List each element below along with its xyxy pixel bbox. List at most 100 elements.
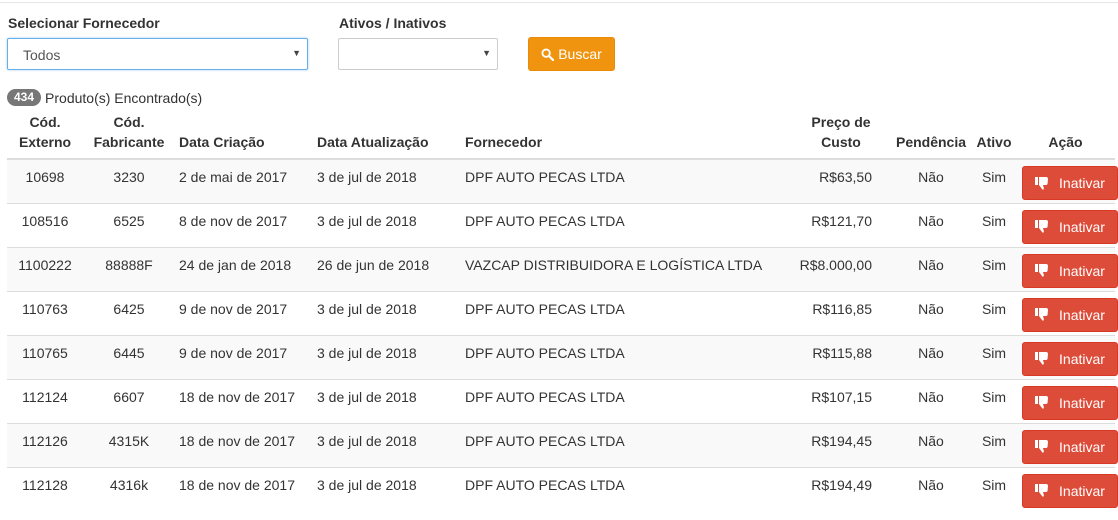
header-preco-custo[interactable]: Preço de Custo xyxy=(792,110,890,160)
cell-data-criacao: 18 de nov de 2017 xyxy=(175,378,313,423)
cell-fornecedor: DPF AUTO PECAS LTDA xyxy=(461,202,792,247)
header-pendencia[interactable]: Pendência xyxy=(890,110,972,160)
inactivate-button[interactable]: Inativar xyxy=(1022,166,1118,200)
cell-cod-externo: 1100222 xyxy=(7,246,83,291)
cell-data-criacao: 9 de nov de 2017 xyxy=(175,290,313,335)
cell-cod-externo: 112124 xyxy=(7,378,83,423)
search-icon xyxy=(541,47,555,61)
cell-fornecedor: DPF AUTO PECAS LTDA xyxy=(461,334,792,379)
thumbs-down-icon xyxy=(1035,484,1049,497)
table-row: 110765 6445 9 de nov de 2017 3 de jul de 20… xyxy=(7,334,1118,379)
search-button-label: Buscar xyxy=(558,46,602,62)
table-row: 110763 6425 9 de nov de 2017 3 de jul de 20… xyxy=(7,290,1118,335)
cell-fornecedor: DPF AUTO PECAS LTDA xyxy=(461,158,792,203)
count-badge: 434 xyxy=(7,89,42,106)
table-header-row: Cód. Externo Cód. Fabricante Data Criação … xyxy=(7,110,1115,160)
cell-fornecedor: DPF AUTO PECAS LTDA xyxy=(461,290,792,335)
cell-acao: Inativar xyxy=(1016,466,1118,511)
cell-preco-custo: R$116,85 xyxy=(792,290,890,335)
table-row: 112128 4316k 18 de nov de 2017 3 de jul de … xyxy=(7,466,1118,511)
cell-fornecedor: DPF AUTO PECAS LTDA xyxy=(461,422,792,467)
cell-cod-fabricante: 6607 xyxy=(83,378,175,423)
cell-pendencia: Não xyxy=(890,202,972,247)
cell-data-atualizacao: 26 de jun de 2018 xyxy=(313,246,461,291)
inactivate-button-label: Inativar xyxy=(1059,350,1105,367)
cell-pendencia: Não xyxy=(890,158,972,203)
header-fornecedor[interactable]: Fornecedor xyxy=(461,110,792,160)
cell-ativo: Sim xyxy=(972,378,1016,423)
cell-data-criacao: 24 de jan de 2018 xyxy=(175,246,313,291)
cell-data-criacao: 9 de nov de 2017 xyxy=(175,334,313,379)
cell-cod-externo: 110763 xyxy=(7,290,83,335)
cell-pendencia: Não xyxy=(890,334,972,379)
inactivate-button[interactable]: Inativar xyxy=(1022,429,1118,464)
cell-cod-fabricante: 4315K xyxy=(83,422,175,467)
cell-pendencia: Não xyxy=(890,422,972,467)
header-acao: Ação xyxy=(1016,110,1115,160)
cell-cod-fabricante: 3230 xyxy=(83,158,175,203)
cell-ativo: Sim xyxy=(972,422,1016,467)
inactivate-button[interactable]: Inativar xyxy=(1022,473,1118,508)
cell-preco-custo: R$107,15 xyxy=(792,378,890,423)
status-filter-label: Ativos / Inativos xyxy=(339,15,447,31)
inactivate-button[interactable]: Inativar xyxy=(1022,297,1118,332)
products-table: Cód. Externo Cód. Fabricante Data Criação … xyxy=(7,110,1118,511)
cell-ativo: Sim xyxy=(972,246,1016,291)
cell-data-atualizacao: 3 de jul de 2018 xyxy=(313,290,461,335)
inactivate-button-label: Inativar xyxy=(1059,306,1105,323)
cell-acao: Inativar xyxy=(1016,246,1118,291)
cell-preco-custo: R$8.000,00 xyxy=(792,246,890,291)
cell-cod-fabricante: 4316k xyxy=(83,466,175,511)
thumbs-down-icon xyxy=(1035,396,1049,409)
cell-cod-fabricante: 6445 xyxy=(83,334,175,379)
cell-cod-externo: 10698 xyxy=(7,158,83,203)
table-row: 108516 6525 8 de nov de 2017 3 de jul de 20… xyxy=(7,202,1118,247)
cell-cod-fabricante: 6525 xyxy=(83,202,175,247)
cell-preco-custo: R$63,50 xyxy=(792,158,890,203)
cell-data-criacao: 18 de nov de 2017 xyxy=(175,422,313,467)
inactivate-button[interactable]: Inativar xyxy=(1022,209,1118,244)
supplier-select[interactable]: Todos ▼ xyxy=(7,38,308,70)
cell-ativo: Sim xyxy=(972,158,1016,203)
inactivate-button-label: Inativar xyxy=(1059,394,1105,411)
cell-data-atualizacao: 3 de jul de 2018 xyxy=(313,378,461,423)
cell-acao: Inativar xyxy=(1016,202,1118,247)
header-cod-externo[interactable]: Cód. Externo xyxy=(7,110,83,160)
cell-data-criacao: 18 de nov de 2017 xyxy=(175,466,313,511)
cell-fornecedor: VAZCAP DISTRIBUIDORA E LOGÍSTICA LTDA xyxy=(461,246,792,291)
inactivate-button-label: Inativar xyxy=(1059,482,1105,499)
cell-pendencia: Não xyxy=(890,246,972,291)
cell-pendencia: Não xyxy=(890,466,972,511)
inactivate-button-label: Inativar xyxy=(1059,438,1105,455)
header-data-criacao[interactable]: Data Criação xyxy=(175,110,313,160)
cell-acao: Inativar xyxy=(1016,378,1118,423)
header-ativo[interactable]: Ativo xyxy=(972,110,1016,160)
cell-data-atualizacao: 3 de jul de 2018 xyxy=(313,158,461,203)
results-count: 434 Produto(s) Encontrado(s) xyxy=(7,89,202,106)
cell-ativo: Sim xyxy=(972,466,1016,511)
search-button[interactable]: Buscar xyxy=(528,37,615,71)
inactivate-button-label: Inativar xyxy=(1059,262,1105,279)
inactivate-button[interactable]: Inativar xyxy=(1022,253,1118,288)
header-cod-fabricante[interactable]: Cód. Fabricante xyxy=(83,110,175,160)
header-data-atualizacao[interactable]: Data Atualização xyxy=(313,110,461,160)
supplier-filter-label: Selecionar Fornecedor xyxy=(8,15,160,31)
table-row: 10698 3230 2 de mai de 2017 3 de jul de 201… xyxy=(7,158,1118,203)
cell-ativo: Sim xyxy=(972,334,1016,379)
cell-preco-custo: R$121,70 xyxy=(792,202,890,247)
cell-cod-externo: 112126 xyxy=(7,422,83,467)
supplier-select-value: Todos xyxy=(23,47,61,63)
thumbs-down-icon xyxy=(1035,308,1049,321)
status-select[interactable]: ▼ xyxy=(338,38,498,70)
cell-acao: Inativar xyxy=(1016,334,1118,379)
cell-data-criacao: 8 de nov de 2017 xyxy=(175,202,313,247)
inactivate-button[interactable]: Inativar xyxy=(1022,385,1118,420)
cell-ativo: Sim xyxy=(972,202,1016,247)
cell-pendencia: Não xyxy=(890,290,972,335)
cell-preco-custo: R$194,49 xyxy=(792,466,890,511)
inactivate-button[interactable]: Inativar xyxy=(1022,341,1118,376)
thumbs-down-icon xyxy=(1035,176,1049,190)
cell-acao: Inativar xyxy=(1016,422,1118,467)
cell-preco-custo: R$115,88 xyxy=(792,334,890,379)
top-divider xyxy=(0,2,1118,3)
